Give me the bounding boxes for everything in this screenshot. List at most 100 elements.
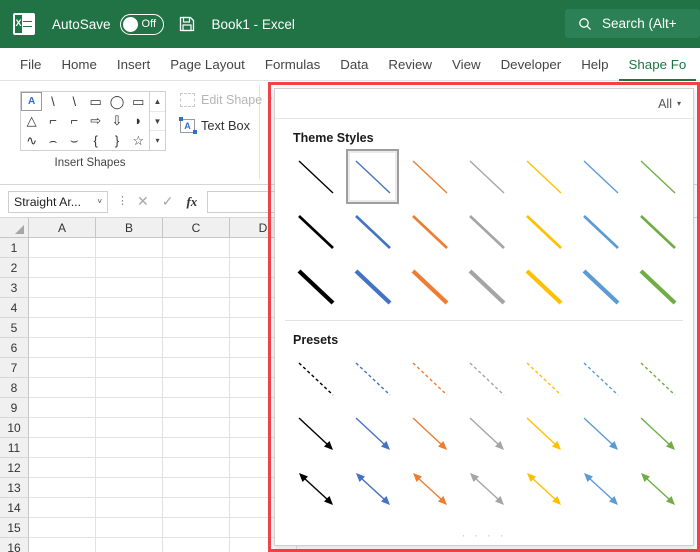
cell-A1[interactable] bbox=[29, 238, 96, 258]
column-header-C[interactable]: C bbox=[163, 218, 230, 238]
cell-C5[interactable] bbox=[163, 318, 230, 338]
insert-function-icon[interactable]: fx bbox=[186, 194, 197, 210]
row-header-14[interactable]: 14 bbox=[0, 498, 29, 518]
cell-C11[interactable] bbox=[163, 438, 230, 458]
shape-item-14[interactable]: ⌣ bbox=[64, 131, 85, 150]
cell-A8[interactable] bbox=[29, 378, 96, 398]
shape-item-12[interactable]: ∿ bbox=[21, 131, 42, 150]
cell-B9[interactable] bbox=[96, 398, 163, 418]
theme-style-medium-6[interactable] bbox=[629, 204, 686, 259]
cell-A2[interactable] bbox=[29, 258, 96, 278]
cell-B4[interactable] bbox=[96, 298, 163, 318]
select-all-corner[interactable] bbox=[0, 218, 29, 238]
shape-item-10[interactable]: ⇩ bbox=[106, 111, 127, 130]
row-header-1[interactable]: 1 bbox=[0, 238, 29, 258]
shape-item-8[interactable]: ⌐ bbox=[64, 111, 85, 130]
preset-style-double-arrow-5[interactable] bbox=[572, 461, 629, 516]
row-header-13[interactable]: 13 bbox=[0, 478, 29, 498]
cell-C2[interactable] bbox=[163, 258, 230, 278]
preset-style-single-arrow-5[interactable] bbox=[572, 406, 629, 461]
shape-item-5[interactable]: ▭ bbox=[128, 92, 149, 111]
cell-C3[interactable] bbox=[163, 278, 230, 298]
shape-item-13[interactable]: ⌢ bbox=[42, 131, 63, 150]
cell-A6[interactable] bbox=[29, 338, 96, 358]
row-header-5[interactable]: 5 bbox=[0, 318, 29, 338]
cell-B14[interactable] bbox=[96, 498, 163, 518]
shape-item-1[interactable]: \ bbox=[42, 92, 63, 111]
cell-A12[interactable] bbox=[29, 458, 96, 478]
shape-item-2[interactable]: \ bbox=[64, 92, 85, 111]
ribbon-tab-formulas[interactable]: Formulas bbox=[255, 48, 330, 81]
cell-B15[interactable] bbox=[96, 518, 163, 538]
ribbon-tab-page-layout[interactable]: Page Layout bbox=[160, 48, 255, 81]
shape-gallery[interactable]: A \ \ ▭ ◯ ▭ △ ⌐ ⌐ ⇨ ⇩ ◗ ∿ ⌢ ⌣{} ☆ bbox=[20, 91, 150, 151]
row-header-11[interactable]: 11 bbox=[0, 438, 29, 458]
ribbon-tab-insert[interactable]: Insert bbox=[107, 48, 160, 81]
ribbon-tab-home[interactable]: Home bbox=[51, 48, 106, 81]
cell-A13[interactable] bbox=[29, 478, 96, 498]
theme-style-thick-4[interactable] bbox=[515, 259, 572, 314]
theme-style-medium-3[interactable] bbox=[458, 204, 515, 259]
row-header-12[interactable]: 12 bbox=[0, 458, 29, 478]
cell-A5[interactable] bbox=[29, 318, 96, 338]
row-header-9[interactable]: 9 bbox=[0, 398, 29, 418]
theme-style-thin-2[interactable] bbox=[401, 149, 458, 204]
preset-style-double-arrow-6[interactable] bbox=[629, 461, 686, 516]
row-header-6[interactable]: 6 bbox=[0, 338, 29, 358]
cell-B6[interactable] bbox=[96, 338, 163, 358]
cell-B3[interactable] bbox=[96, 278, 163, 298]
cell-A16[interactable] bbox=[29, 538, 96, 552]
cell-C16[interactable] bbox=[163, 538, 230, 552]
ribbon-tab-developer[interactable]: Developer bbox=[491, 48, 572, 81]
row-header-16[interactable]: 16 bbox=[0, 538, 29, 552]
cell-B16[interactable] bbox=[96, 538, 163, 552]
preset-style-double-arrow-4[interactable] bbox=[515, 461, 572, 516]
preset-style-single-arrow-3[interactable] bbox=[458, 406, 515, 461]
ribbon-tab-data[interactable]: Data bbox=[330, 48, 378, 81]
shape-item-4[interactable]: ◯ bbox=[106, 92, 127, 111]
shape-item-9[interactable]: ⇨ bbox=[85, 111, 106, 130]
cell-A15[interactable] bbox=[29, 518, 96, 538]
cancel-icon[interactable]: ✕ bbox=[137, 193, 149, 210]
ribbon-tab-help[interactable]: Help bbox=[571, 48, 618, 81]
theme-style-thin-6[interactable] bbox=[629, 149, 686, 204]
cell-C1[interactable] bbox=[163, 238, 230, 258]
search-input[interactable]: Search (Alt+ bbox=[565, 9, 700, 38]
theme-style-thick-1[interactable] bbox=[344, 259, 401, 314]
cell-A4[interactable] bbox=[29, 298, 96, 318]
cell-B2[interactable] bbox=[96, 258, 163, 278]
cell-B10[interactable] bbox=[96, 418, 163, 438]
theme-style-thin-3[interactable] bbox=[458, 149, 515, 204]
column-header-B[interactable]: B bbox=[96, 218, 163, 238]
shape-item-17[interactable]: ☆ bbox=[128, 131, 149, 150]
shape-item-0[interactable]: A bbox=[21, 92, 43, 112]
theme-style-thick-3[interactable] bbox=[458, 259, 515, 314]
scroll-up-icon[interactable]: ▲ bbox=[150, 92, 165, 112]
shape-gallery-scrollbar[interactable]: ▲ ▼ ▾ bbox=[150, 91, 166, 151]
text-box-button[interactable]: A Text Box bbox=[178, 117, 250, 134]
theme-style-medium-0[interactable] bbox=[287, 204, 344, 259]
cell-C12[interactable] bbox=[163, 458, 230, 478]
preset-style-single-arrow-1[interactable] bbox=[344, 406, 401, 461]
cell-A3[interactable] bbox=[29, 278, 96, 298]
scroll-down-icon[interactable]: ▼ bbox=[150, 112, 165, 132]
preset-style-double-arrow-1[interactable] bbox=[344, 461, 401, 516]
cell-B13[interactable] bbox=[96, 478, 163, 498]
cell-C15[interactable] bbox=[163, 518, 230, 538]
cell-A7[interactable] bbox=[29, 358, 96, 378]
theme-style-thin-1[interactable] bbox=[344, 149, 401, 204]
ribbon-tab-shape-fo[interactable]: Shape Fo bbox=[618, 48, 697, 81]
preset-style-dashed-line-6[interactable] bbox=[629, 351, 686, 406]
cell-A11[interactable] bbox=[29, 438, 96, 458]
row-header-10[interactable]: 10 bbox=[0, 418, 29, 438]
cell-C6[interactable] bbox=[163, 338, 230, 358]
panel-resize-grip[interactable]: · · · · bbox=[275, 531, 693, 542]
row-header-7[interactable]: 7 bbox=[0, 358, 29, 378]
theme-style-medium-5[interactable] bbox=[572, 204, 629, 259]
cell-C10[interactable] bbox=[163, 418, 230, 438]
preset-style-dashed-line-3[interactable] bbox=[458, 351, 515, 406]
preset-style-single-arrow-0[interactable] bbox=[287, 406, 344, 461]
shape-item-16[interactable]: } bbox=[106, 131, 127, 150]
cell-C9[interactable] bbox=[163, 398, 230, 418]
save-icon[interactable] bbox=[178, 15, 196, 33]
